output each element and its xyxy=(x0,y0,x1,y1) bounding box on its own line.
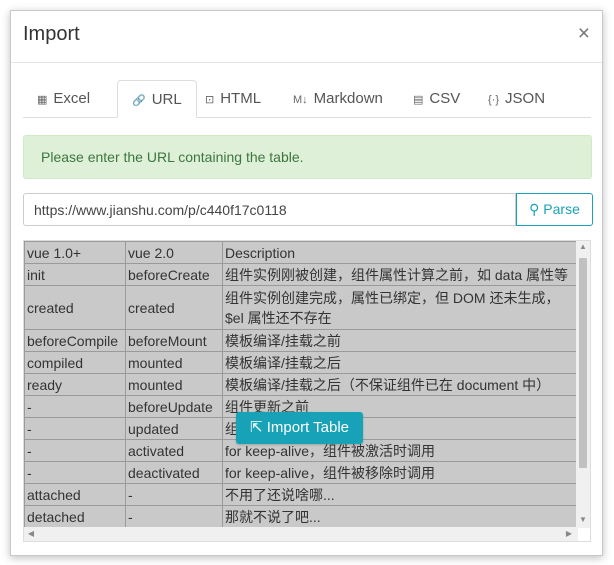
url-input[interactable] xyxy=(23,193,516,226)
table-header-row: vue 1.0+ vue 2.0 Description xyxy=(24,241,578,264)
excel-icon: ▦ xyxy=(37,94,48,106)
table-cell: - xyxy=(24,395,126,418)
import-format-tabs: ▦ Excel 🔗 URL ⊡ HTML M↓ Markdown ▤ CSV {·} JSO… xyxy=(23,80,591,118)
horizontal-scrollbar[interactable]: ◀ ▶ xyxy=(24,527,578,541)
table-row: detached - 那就不说了吧... xyxy=(24,505,578,528)
html-icon: ⊡ xyxy=(205,94,215,106)
table-cell: beforeMount xyxy=(125,329,223,352)
import-icon: ⇱ xyxy=(249,419,263,436)
table-cell: - xyxy=(125,505,223,528)
table-cell: - xyxy=(24,439,126,462)
info-alert: Please enter the URL containing the tabl… xyxy=(23,135,592,179)
close-icon[interactable]: × xyxy=(578,23,590,44)
table-cell: beforeCompile xyxy=(24,329,126,352)
tab-label: URL xyxy=(151,91,182,108)
table-cell: beforeUpdate xyxy=(125,395,223,418)
tab-label: Markdown xyxy=(313,90,383,107)
scroll-right-icon[interactable]: ▶ xyxy=(562,529,576,538)
table-row: - deactivated for keep-alive，组件被移除时调用 xyxy=(24,461,578,484)
table-cell: init xyxy=(24,263,126,286)
dialog-title: Import xyxy=(23,23,80,45)
tab-url[interactable]: 🔗 URL xyxy=(117,80,197,118)
scroll-left-icon[interactable]: ◀ xyxy=(24,529,38,538)
tab-excel[interactable]: ▦ Excel xyxy=(37,80,90,117)
tab-label: CSV xyxy=(429,90,461,107)
table-cell: detached xyxy=(24,505,126,528)
scroll-up-icon[interactable]: ▲ xyxy=(576,242,590,251)
scroll-thumb[interactable] xyxy=(579,258,587,468)
table-cell: ready xyxy=(24,373,126,396)
table-cell: 组件实例创建完成，属性已绑定，但 DOM 还未生成， $el 属性还不存在 xyxy=(222,285,578,330)
table-row: compiled mounted 模板编译/挂载之后 xyxy=(24,351,578,374)
vertical-scrollbar[interactable]: ▲ ▼ xyxy=(576,241,590,528)
table-cell: activated xyxy=(125,439,223,462)
tab-label: JSON xyxy=(505,90,546,107)
parse-button[interactable]: ⚲ Parse xyxy=(516,193,593,226)
table-cell: created xyxy=(24,285,126,330)
table-row: created created 组件实例创建完成，属性已绑定，但 DOM 还未生成，… xyxy=(24,285,578,330)
table-cell: created xyxy=(125,285,223,330)
table-cell: deactivated xyxy=(125,461,223,484)
table-row: ready mounted 模板编译/挂载之后（不保证组件已在 document 中… xyxy=(24,373,578,396)
tab-label: Excel xyxy=(53,90,91,107)
dialog-header: Import × xyxy=(11,11,602,63)
import-table-button[interactable]: ⇱ Import Table xyxy=(236,412,363,444)
tab-markdown[interactable]: M↓ Markdown xyxy=(293,80,383,117)
table-cell: 不用了还说啥哪... xyxy=(222,483,578,506)
table-cell: 那就不说了吧... xyxy=(222,505,578,528)
table-cell: Description xyxy=(222,241,578,264)
table-cell: 组件实例刚被创建，组件属性计算之前，如 data 属性等 xyxy=(222,263,578,286)
table-cell: for keep-alive，组件被移除时调用 xyxy=(222,461,578,484)
preview-table: vue 1.0+ vue 2.0 Description init beforeCrea… xyxy=(24,241,578,528)
table-cell: vue 1.0+ xyxy=(24,241,126,264)
table-row: beforeCompile beforeMount 模板编译/挂载之前 xyxy=(24,329,578,352)
table-cell: - xyxy=(24,461,126,484)
table-cell: 模板编译/挂载之后（不保证组件已在 document 中） xyxy=(222,373,578,396)
tab-json[interactable]: {·} JSON xyxy=(488,80,545,117)
table-row: init beforeCreate 组件实例刚被创建，组件属性计算之前，如 data… xyxy=(24,263,578,286)
table-cell: - xyxy=(24,417,126,440)
parse-label: Parse xyxy=(543,201,580,217)
table-cell: updated xyxy=(125,417,223,440)
table-cell: - xyxy=(125,483,223,506)
url-input-group: ⚲ Parse xyxy=(23,193,593,226)
table-cell: attached xyxy=(24,483,126,506)
scroll-down-icon[interactable]: ▼ xyxy=(576,515,590,524)
table-cell: mounted xyxy=(125,351,223,374)
table-cell: mounted xyxy=(125,373,223,396)
csv-icon: ▤ xyxy=(413,94,424,106)
table-cell: 模板编译/挂载之后 xyxy=(222,351,578,374)
link-icon: 🔗 xyxy=(132,95,146,107)
json-icon: {·} xyxy=(488,94,500,106)
tab-csv[interactable]: ▤ CSV xyxy=(413,80,460,117)
markdown-icon: M↓ xyxy=(293,94,308,106)
table-cell: 模板编译/挂载之前 xyxy=(222,329,578,352)
table-preview[interactable]: vue 1.0+ vue 2.0 Description init beforeCrea… xyxy=(23,240,591,542)
import-label: Import Table xyxy=(266,419,349,436)
table-cell: compiled xyxy=(24,351,126,374)
table-cell: beforeCreate xyxy=(125,263,223,286)
import-dialog: Import × ▦ Excel 🔗 URL ⊡ HTML M↓ Markdown ▤ C… xyxy=(10,10,603,556)
tab-label: HTML xyxy=(220,90,262,107)
table-cell: vue 2.0 xyxy=(125,241,223,264)
table-row: attached - 不用了还说啥哪... xyxy=(24,483,578,506)
tab-html[interactable]: ⊡ HTML xyxy=(205,80,261,117)
search-icon: ⚲ xyxy=(529,201,540,217)
